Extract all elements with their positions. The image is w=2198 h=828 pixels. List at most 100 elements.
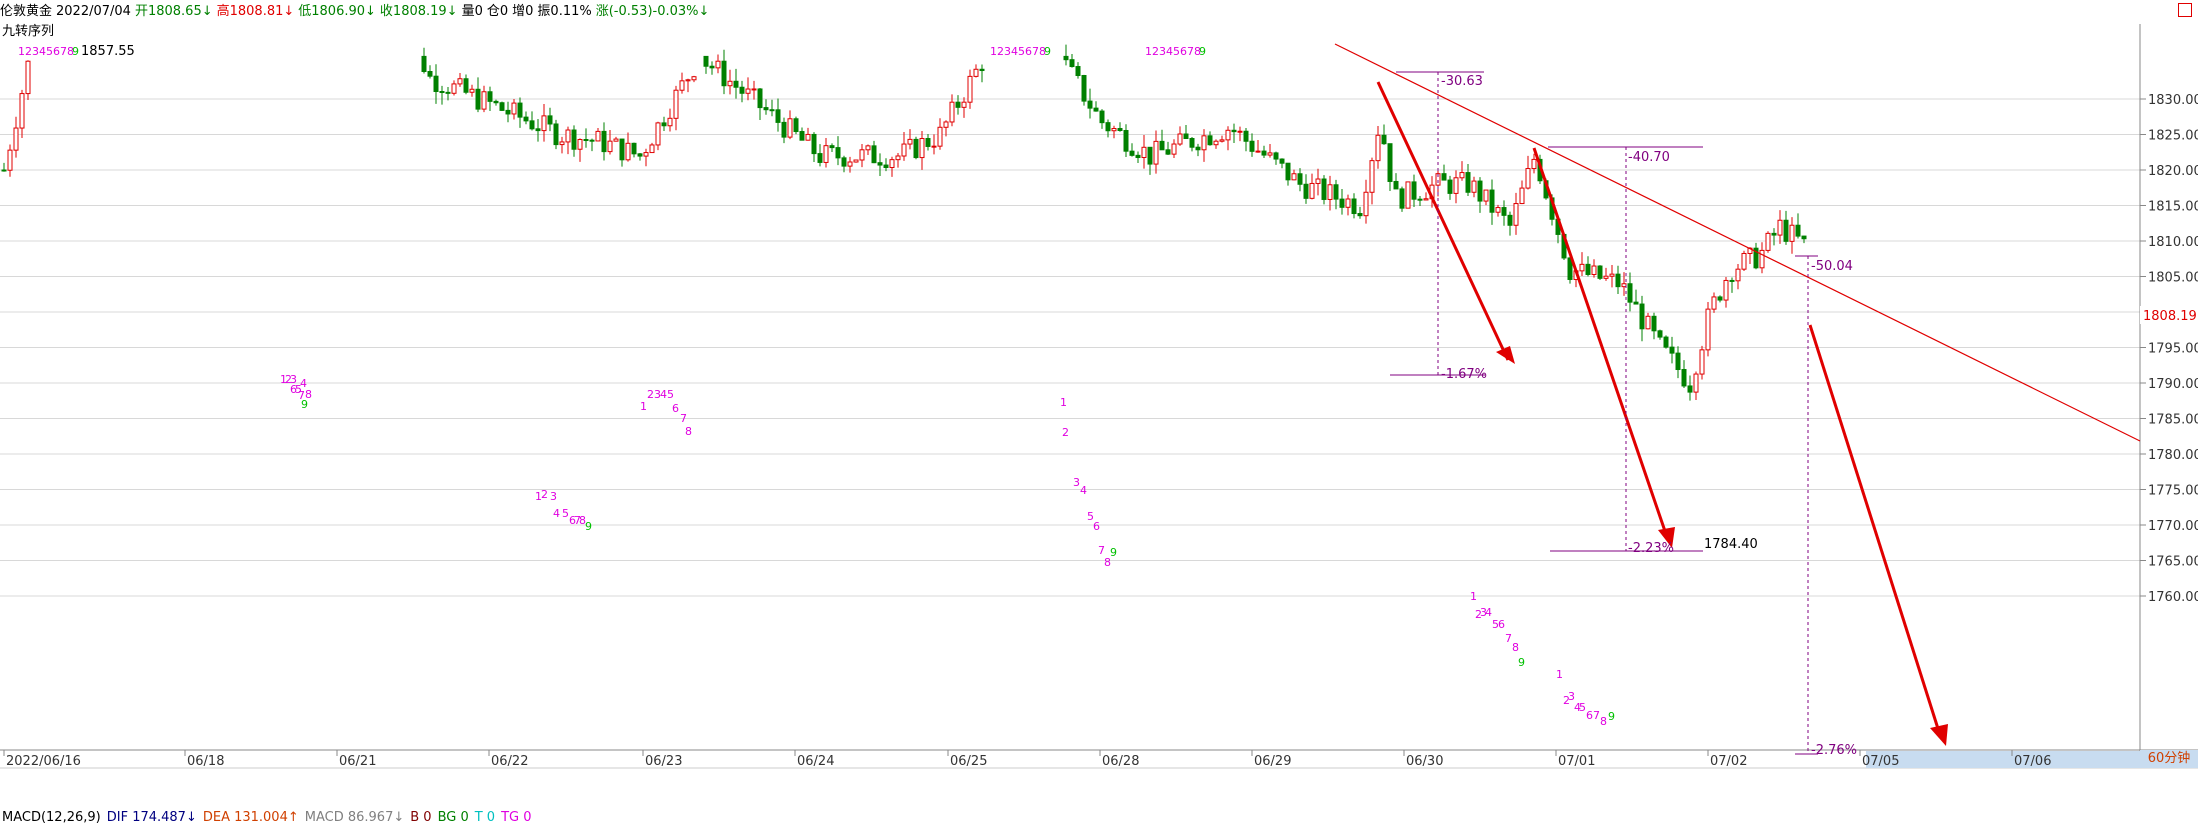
- candle-down: [1123, 130, 1129, 152]
- candle-down: [1795, 224, 1801, 237]
- sequence-number: 6: [672, 402, 679, 415]
- time-tick-label: 07/06: [2014, 754, 2051, 769]
- candle-down: [781, 121, 787, 138]
- candle-down: [1081, 75, 1087, 102]
- candle-down: [817, 153, 823, 163]
- candle-up: [1735, 268, 1741, 282]
- candle-up: [685, 79, 691, 82]
- candle-up: [949, 101, 955, 123]
- candle-down: [721, 60, 727, 87]
- macd-dif: DIF 174.487↓: [106, 810, 197, 825]
- candle-up: [1171, 143, 1177, 155]
- candle-down: [1627, 283, 1633, 303]
- annotation-high-marker: 1857.55: [81, 44, 135, 59]
- sequence-number: 7: [1593, 709, 1600, 722]
- candle-up: [973, 68, 979, 77]
- candle-down: [1351, 198, 1357, 215]
- candle-up: [889, 159, 895, 169]
- candle-up: [1453, 177, 1459, 194]
- candle-up: [577, 139, 583, 150]
- price-tick-label: 1825.00: [2148, 129, 2198, 144]
- candle-up: [943, 121, 949, 128]
- time-tick-label: 06/18: [187, 754, 224, 769]
- price-grid: [0, 98, 2146, 597]
- trend-drawings: [1334, 43, 2141, 755]
- candle-down: [979, 68, 985, 72]
- candle-down: [1189, 138, 1195, 148]
- candle-up: [967, 75, 973, 103]
- candle-down: [1087, 100, 1093, 109]
- candle-up: [655, 122, 661, 146]
- candle-up: [25, 60, 31, 95]
- candle-down: [523, 116, 529, 122]
- candle-down: [955, 101, 961, 108]
- time-tick-label: 07/01: [1558, 754, 1595, 769]
- candle-up: [691, 76, 697, 81]
- candle-down: [1597, 265, 1603, 279]
- candle-down: [487, 91, 493, 102]
- candle-up: [715, 60, 721, 69]
- candle-up: [1645, 315, 1651, 330]
- macd-indicator-row: MACD(12,26,9) DIF 174.487↓ DEA 131.004↑ MAC…: [2, 808, 538, 828]
- candle-down: [619, 138, 625, 161]
- candle-down: [1069, 59, 1075, 68]
- candle-up: [649, 144, 655, 154]
- candle-up: [1603, 275, 1609, 279]
- candle-down: [1417, 198, 1423, 201]
- candle-down: [1411, 181, 1417, 200]
- sequence-number: 8: [1512, 641, 1519, 654]
- candle-down: [1075, 66, 1081, 77]
- future-time-band: [1866, 751, 2140, 768]
- candle-down: [445, 91, 451, 94]
- candle-down: [733, 80, 739, 88]
- candle-up: [847, 161, 853, 167]
- candle-up: [1141, 146, 1147, 159]
- candle-down: [1147, 146, 1153, 165]
- candle-down: [493, 100, 499, 104]
- price-tick-label: 1770.00: [2148, 519, 2198, 534]
- sequence-number: 9: [585, 520, 592, 533]
- candle-up: [751, 88, 757, 91]
- candle-up: [853, 159, 859, 163]
- sequence-row-end: 9: [72, 45, 79, 58]
- period-selector[interactable]: 60分钟: [2140, 750, 2198, 768]
- candlestick-chart[interactable]: 123 456 7 89 12 3 4 56781 2 34 5678 912345678912345…: [0, 0, 2198, 808]
- candle-down: [1303, 183, 1309, 199]
- candle-up: [787, 118, 793, 138]
- candle-down: [1135, 154, 1141, 159]
- sequence-number: 5: [562, 507, 569, 520]
- candle-up: [1579, 263, 1585, 272]
- sequence-number: 3: [1073, 476, 1080, 489]
- candle-down: [841, 157, 847, 167]
- candle-up: [1705, 308, 1711, 351]
- candle-up: [1219, 139, 1225, 142]
- candle-down: [1399, 188, 1405, 209]
- candle-down: [1249, 140, 1255, 152]
- candle-down: [529, 120, 535, 130]
- candle-down: [547, 115, 553, 125]
- candle-down: [1099, 110, 1105, 124]
- candle-up: [1111, 128, 1117, 132]
- candle-up: [1741, 252, 1747, 270]
- candle-up: [1591, 265, 1597, 275]
- price-tick-label: 1805.00: [2148, 271, 2198, 286]
- candle-up: [667, 117, 673, 127]
- candle-down: [1507, 214, 1513, 226]
- sequence-number: 3: [550, 490, 557, 503]
- price-tick-label: 1760.00: [2148, 590, 2198, 605]
- annotation-drop-pct-1: -1.67%: [1441, 367, 1487, 382]
- candle-down: [883, 164, 889, 169]
- arrow-drop-3: [1808, 324, 1942, 736]
- sequence-number: 8: [1600, 715, 1607, 728]
- candle-down: [1387, 143, 1393, 182]
- candle-down: [517, 102, 523, 118]
- price-tick-label: 1780.00: [2148, 448, 2198, 463]
- candle-down: [421, 55, 427, 73]
- candle-down: [1801, 235, 1807, 240]
- candle-down: [769, 109, 775, 112]
- candle-up: [1723, 279, 1729, 301]
- candle-down: [535, 128, 541, 132]
- candle-down: [1105, 122, 1111, 132]
- sequence-number: 4: [1485, 606, 1492, 619]
- candle-down: [1195, 146, 1201, 151]
